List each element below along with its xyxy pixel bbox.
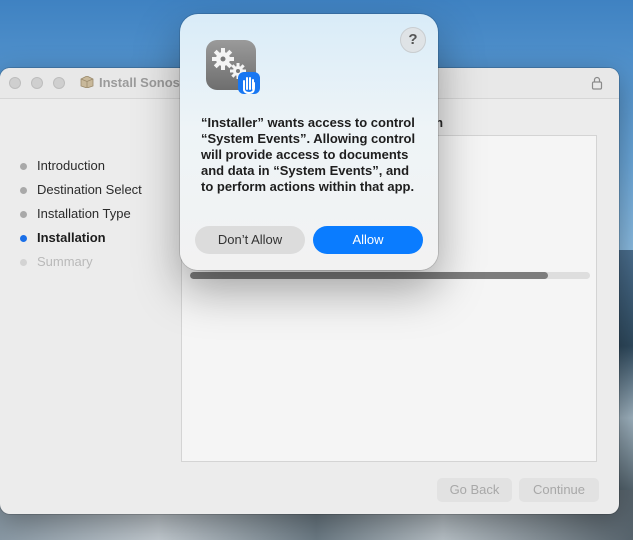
step-label: Installation Type <box>37 206 131 221</box>
help-button[interactable]: ? <box>400 27 426 53</box>
window-title: Install Sonos <box>80 75 180 90</box>
automation-permission-dialog: ? “Installer” wants access to control “S… <box>180 14 438 270</box>
installer-steps-list: Introduction Destination Select Installa… <box>20 158 142 278</box>
step-label: Installation <box>37 230 106 245</box>
step-label: Destination Select <box>37 182 142 197</box>
step-destination-select: Destination Select <box>20 182 142 206</box>
minimize-window-button[interactable] <box>31 77 43 89</box>
close-window-button[interactable] <box>9 77 21 89</box>
window-title-text: Install Sonos <box>99 75 180 90</box>
step-installation-type: Installation Type <box>20 206 142 230</box>
lock-icon <box>591 76 603 90</box>
step-installation: Installation <box>20 230 142 254</box>
step-bullet <box>20 259 27 266</box>
step-summary: Summary <box>20 254 142 278</box>
allow-button[interactable]: Allow <box>313 226 423 254</box>
progress-fill <box>190 272 548 279</box>
install-progress-bar <box>190 272 590 279</box>
step-bullet-active <box>20 235 27 242</box>
package-icon <box>80 76 94 88</box>
step-introduction: Introduction <box>20 158 142 182</box>
continue-button[interactable]: Continue <box>519 478 599 502</box>
step-bullet <box>20 187 27 194</box>
dont-allow-button[interactable]: Don’t Allow <box>195 226 305 254</box>
go-back-button[interactable]: Go Back <box>437 478 512 502</box>
step-bullet <box>20 211 27 218</box>
automation-gears-hand-icon <box>206 40 260 95</box>
step-bullet <box>20 163 27 170</box>
zoom-window-button[interactable] <box>53 77 65 89</box>
step-label: Summary <box>37 254 93 269</box>
dialog-message: “Installer” wants access to control “Sys… <box>201 115 416 194</box>
step-label: Introduction <box>37 158 105 173</box>
